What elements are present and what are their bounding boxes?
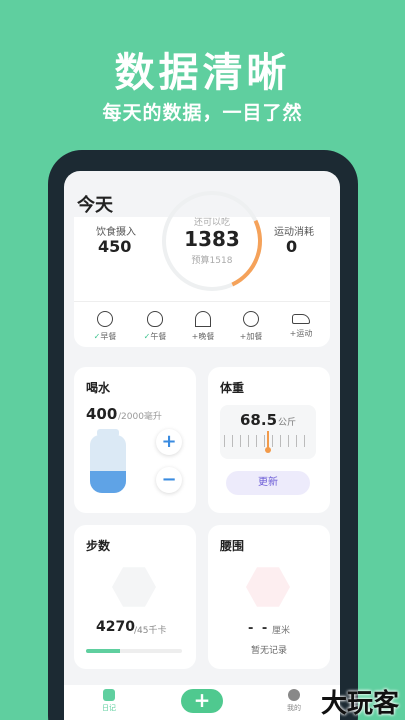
intake-value: 450 [98,237,132,256]
add-record-button[interactable]: + [181,689,223,713]
waist-value: - - [248,621,270,636]
meal-label: 加餐 [246,332,263,341]
meal-breakfast[interactable]: ✓早餐 [80,311,130,342]
profile-icon [288,689,300,701]
water-amount: 400 [86,405,118,423]
water-title: 喝水 [86,381,111,395]
steps-title: 步数 [86,539,111,553]
weight-value: 68.5 [240,411,278,429]
meal-label: 运动 [296,329,313,338]
weight-card[interactable]: 体重 68.5 公斤 更新 [208,367,330,513]
hero-subtitle: 每天的数据，一目了然 [102,102,303,124]
remove-water-button[interactable]: − [156,467,182,493]
waist-card[interactable]: 腰围 - - 厘米 暂无记录 [208,525,330,669]
weight-title: 体重 [220,381,245,395]
page-title: 今天 [77,195,113,216]
waist-unit: 厘米 [272,626,291,636]
meal-exercise[interactable]: +运动 [276,311,326,339]
tab-diary-label: 日记 [102,704,116,712]
steps-value: 4270 [96,619,135,635]
weight-unit: 公斤 [278,418,297,428]
water-card[interactable]: 喝水 400 /2000毫升 + − [74,367,196,513]
egg-icon [97,311,113,327]
waist-figure-icon [246,567,290,607]
waist-title: 腰围 [220,539,245,553]
tab-mine[interactable]: 我的 [279,689,309,713]
meal-snack[interactable]: +加餐 [226,311,276,342]
meal-lunch[interactable]: ✓午餐 [130,311,180,342]
meal-dinner[interactable]: +晚餐 [178,311,228,342]
budget-label: 预算1518 [191,256,233,266]
add-water-button[interactable]: + [156,429,182,455]
steps-card[interactable]: 步数 4270 /45千卡 [74,525,196,669]
meal-label: 晚餐 [198,332,215,341]
water-goal: /2000毫升 [118,412,162,422]
update-weight-button[interactable]: 更新 [226,471,310,495]
burn-value: 0 [286,237,298,256]
calorie-summary-card: 还可以吃 1383 预算1518 饮食摄入 450 运动消耗 0 ✓早餐 ✓午餐… [74,176,330,347]
scale-needle-dot [265,447,271,453]
bowl-icon [147,311,163,327]
water-level [90,470,126,493]
burn-label: 运动消耗 [274,227,314,238]
steps-progress-bar [86,649,182,653]
cloche-icon [195,311,211,327]
intake-label: 饮食摄入 [96,227,136,238]
meal-label: 早餐 [100,332,117,341]
remaining-value: 1383 [184,227,240,251]
weight-scale: 68.5 公斤 [220,405,316,459]
water-bottle-icon [90,435,126,493]
waist-status: 暂无记录 [250,646,287,656]
app-screen: 今天 还可以吃 1383 预算1518 饮食摄入 450 运动消耗 0 ✓早餐 … [64,171,340,720]
watermark-logo: 大玩客 [320,689,399,719]
meal-label: 午餐 [150,332,167,341]
shoe-icon [292,314,310,324]
divider [74,301,330,302]
apple-icon [243,311,259,327]
steps-progress-fill [86,649,120,653]
hero-title: 数据清晰 [114,50,291,96]
steps-goal: /45千卡 [134,626,167,636]
tab-mine-label: 我的 [287,704,301,712]
bottom-tab-bar: 日记 + 我的 [64,685,340,720]
tab-diary[interactable]: 日记 [94,689,124,713]
diary-icon [103,689,115,701]
sneaker-icon [112,567,156,607]
